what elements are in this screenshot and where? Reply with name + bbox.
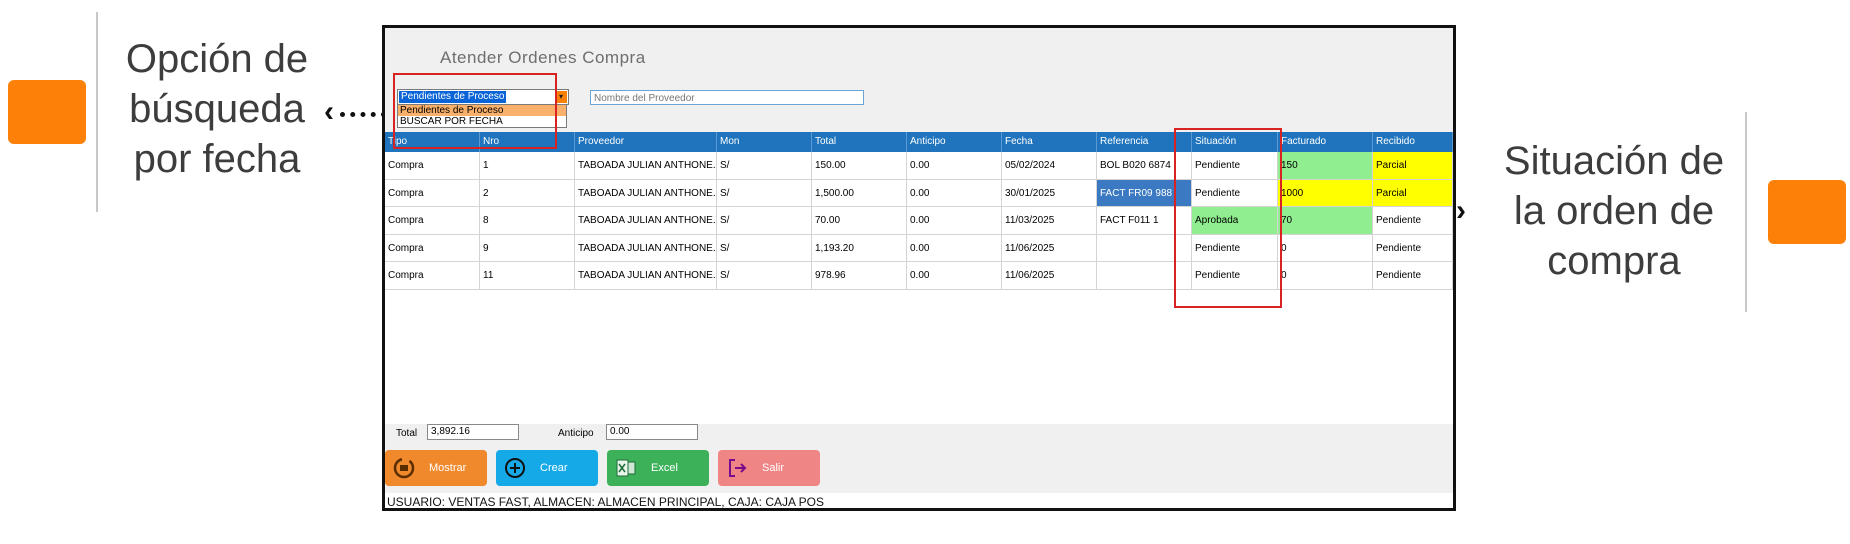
exit-icon	[726, 457, 748, 479]
cell-total: 70.00	[812, 207, 907, 234]
col-recibido[interactable]: Recibido	[1373, 132, 1453, 152]
cell-fecha: 30/01/2025	[1002, 179, 1097, 206]
situacion-highlight-box	[1174, 128, 1282, 308]
cell-anticipo: 0.00	[907, 179, 1002, 206]
cell-anticipo: 0.00	[907, 152, 1002, 179]
col-facturado[interactable]: Facturado	[1278, 132, 1373, 152]
cell-proveedor: TABOADA JULIAN ANTHONE...	[575, 179, 717, 206]
cell-nro: 1	[480, 152, 575, 179]
right-callout-line1: Situación de	[1503, 139, 1725, 183]
filter-highlight-box	[393, 73, 557, 149]
col-total[interactable]: Total	[812, 132, 907, 152]
excel-label: Excel	[651, 462, 678, 474]
right-callout-line2: la orden de	[1513, 189, 1715, 233]
cell-anticipo: 0.00	[907, 207, 1002, 234]
salir-button[interactable]: Salir	[718, 450, 820, 486]
cell-mon: S/	[717, 207, 812, 234]
cell-recibido: Parcial	[1373, 152, 1453, 179]
cell-facturado: 1000	[1278, 179, 1373, 206]
cell-mon: S/	[717, 179, 812, 206]
table-row[interactable]: Compra 1 TABOADA JULIAN ANTHONE... S/ 15…	[385, 152, 1453, 180]
left-arrow-head-icon: ‹	[324, 95, 334, 128]
left-callout: Opción de búsqueda por fecha	[112, 34, 322, 184]
left-callout-line3: por fecha	[133, 137, 301, 181]
cell-facturado: 0	[1278, 262, 1373, 289]
cell-facturado: 0	[1278, 234, 1373, 261]
left-dotted-connector	[340, 112, 386, 117]
left-callout-line1: Opción de	[125, 37, 309, 81]
cell-fecha: 11/03/2025	[1002, 207, 1097, 234]
anticipo-label: Anticipo	[558, 428, 594, 439]
right-callout: Situación de la orden de compra	[1486, 136, 1742, 286]
cell-anticipo: 0.00	[907, 262, 1002, 289]
total-label: Total	[396, 428, 418, 439]
cell-fecha: 11/06/2025	[1002, 262, 1097, 289]
right-arrow-head-icon: ›	[1456, 194, 1466, 227]
cell-fecha: 05/02/2024	[1002, 152, 1097, 179]
cell-total: 978.96	[812, 262, 907, 289]
left-callout-line2: búsqueda	[129, 87, 305, 131]
cell-tipo: Compra	[385, 234, 480, 261]
cell-recibido: Pendiente	[1373, 234, 1453, 261]
total-value: 3,892.16	[427, 424, 519, 440]
orders-table: Tipo Nro Proveedor Mon Total Anticipo Fe…	[385, 132, 1453, 424]
supplier-search-input[interactable]: Nombre del Proveedor	[590, 90, 864, 105]
crear-button[interactable]: Crear	[496, 450, 598, 486]
table-row[interactable]: Compra 8 TABOADA JULIAN ANTHONE... S/ 70…	[385, 207, 1453, 235]
col-mon[interactable]: Mon	[717, 132, 812, 152]
right-orange-marker	[1768, 180, 1846, 244]
excel-icon	[615, 457, 637, 479]
cell-tipo: Compra	[385, 262, 480, 289]
cell-nro: 2	[480, 179, 575, 206]
cell-mon: S/	[717, 262, 812, 289]
right-divider	[1745, 112, 1747, 312]
left-orange-marker	[8, 80, 86, 144]
cell-facturado: 70	[1278, 207, 1373, 234]
cell-total: 1,193.20	[812, 234, 907, 261]
salir-label: Salir	[762, 462, 785, 474]
table-row[interactable]: Compra 2 TABOADA JULIAN ANTHONE... S/ 1,…	[385, 179, 1453, 207]
cell-facturado: 150	[1278, 152, 1373, 179]
table-row[interactable]: Compra 9 TABOADA JULIAN ANTHONE... S/ 1,…	[385, 234, 1453, 262]
cell-proveedor: TABOADA JULIAN ANTHONE...	[575, 234, 717, 261]
table-row[interactable]: Compra 11 TABOADA JULIAN ANTHONE... S/ 9…	[385, 262, 1453, 290]
col-anticipo[interactable]: Anticipo	[907, 132, 1002, 152]
table-body: Compra 1 TABOADA JULIAN ANTHONE... S/ 15…	[385, 152, 1453, 424]
cell-proveedor: TABOADA JULIAN ANTHONE...	[575, 262, 717, 289]
mostrar-button[interactable]: Mostrar	[385, 450, 487, 486]
cell-anticipo: 0.00	[907, 234, 1002, 261]
col-fecha[interactable]: Fecha	[1002, 132, 1097, 152]
crear-label: Crear	[540, 462, 568, 474]
excel-button[interactable]: Excel	[607, 450, 709, 486]
cell-nro: 9	[480, 234, 575, 261]
left-divider	[96, 12, 98, 212]
cell-recibido: Parcial	[1373, 179, 1453, 206]
cell-proveedor: TABOADA JULIAN ANTHONE...	[575, 207, 717, 234]
cell-nro: 11	[480, 262, 575, 289]
refresh-icon	[393, 457, 415, 479]
cell-tipo: Compra	[385, 179, 480, 206]
cell-nro: 8	[480, 207, 575, 234]
totals-bar: Total 3,892.16 Anticipo 0.00	[385, 412, 1453, 452]
cell-tipo: Compra	[385, 207, 480, 234]
status-bar: USUARIO: VENTAS FAST, ALMACEN: ALMACEN P…	[385, 493, 1453, 508]
right-callout-line3: compra	[1547, 239, 1681, 283]
cell-tipo: Compra	[385, 152, 480, 179]
cell-proveedor: TABOADA JULIAN ANTHONE...	[575, 152, 717, 179]
cell-total: 1,500.00	[812, 179, 907, 206]
app-window: Atender Ordenes Compra Pendientes de Pro…	[382, 25, 1456, 511]
cell-total: 150.00	[812, 152, 907, 179]
cell-recibido: Pendiente	[1373, 262, 1453, 289]
cell-mon: S/	[717, 234, 812, 261]
mostrar-label: Mostrar	[429, 462, 467, 474]
cell-fecha: 11/06/2025	[1002, 234, 1097, 261]
window-title: Atender Ordenes Compra	[440, 48, 646, 67]
cell-recibido: Pendiente	[1373, 207, 1453, 234]
plus-circle-icon	[504, 457, 526, 479]
col-proveedor[interactable]: Proveedor	[575, 132, 717, 152]
anticipo-value: 0.00	[606, 424, 698, 440]
cell-mon: S/	[717, 152, 812, 179]
